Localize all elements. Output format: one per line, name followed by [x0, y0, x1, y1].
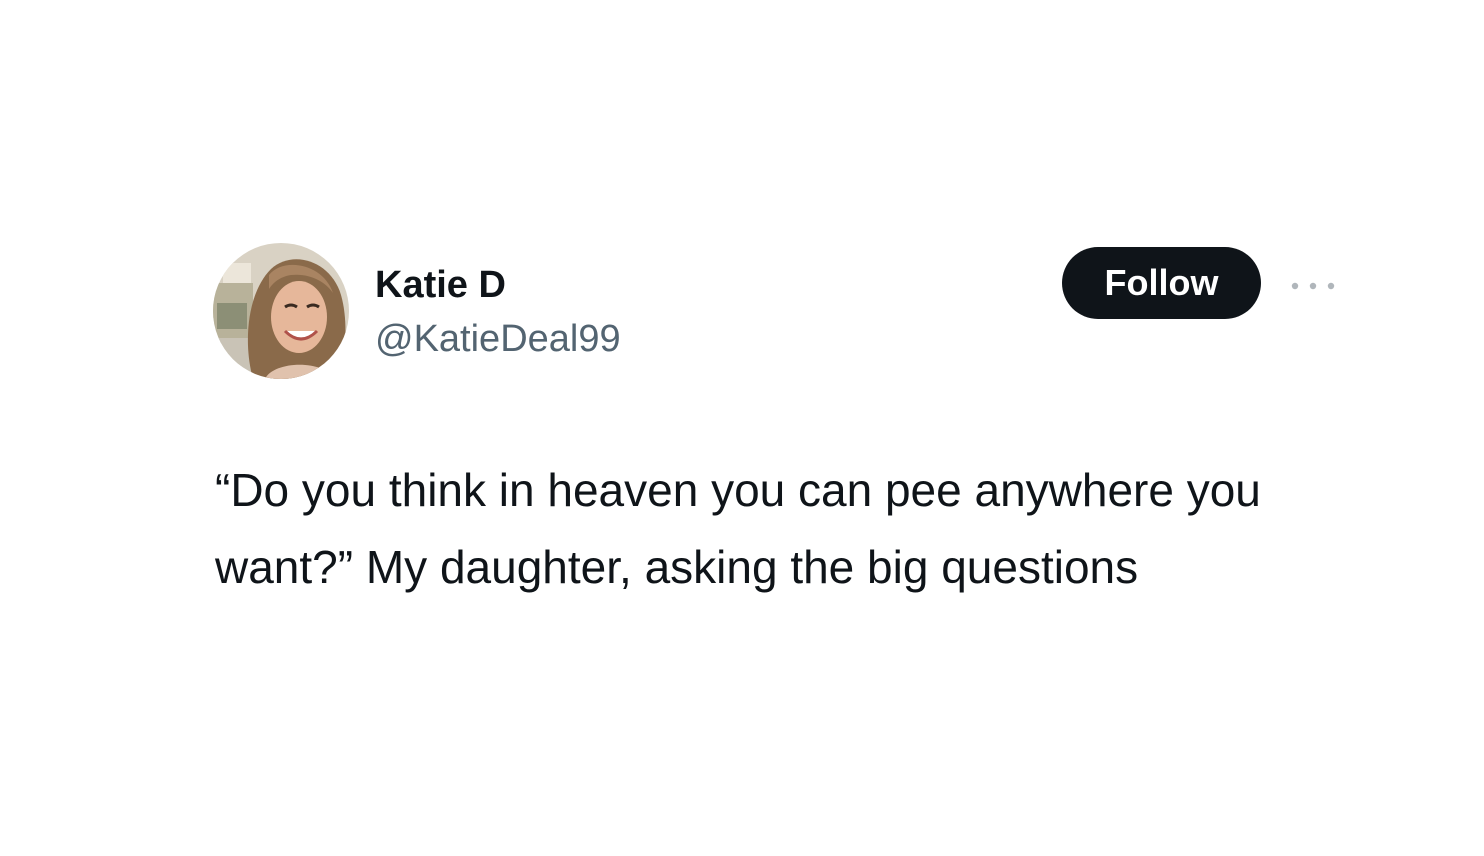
avatar-photo-icon [213, 243, 349, 379]
display-name[interactable]: Katie D [375, 262, 506, 308]
tweet-card: Katie D @KatieDeal99 Follow “Do you thin… [0, 0, 1484, 856]
tweet-text: “Do you think in heaven you can pee anyw… [215, 464, 1261, 593]
avatar[interactable] [213, 243, 349, 379]
follow-button[interactable]: Follow [1062, 247, 1261, 319]
more-horizontal-icon[interactable] [1290, 278, 1336, 290]
user-handle[interactable]: @KatieDeal99 [375, 316, 621, 362]
